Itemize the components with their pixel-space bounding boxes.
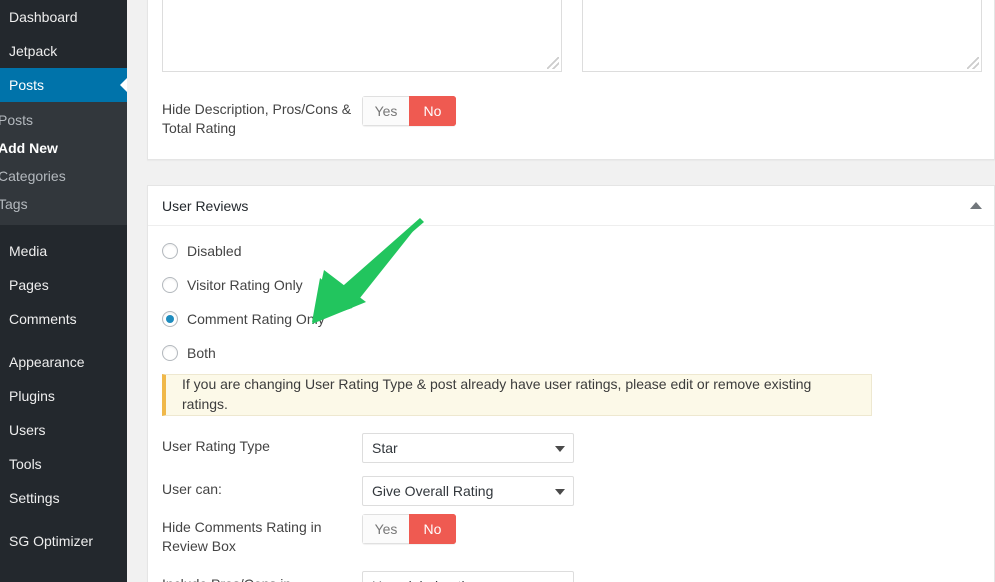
user-rating-type-radio-group: Disabled Visitor Rating Only Comment Rat… [162, 234, 325, 370]
sidebar-item-comments[interactable]: Comments [0, 302, 127, 336]
sidebar-item-label: Tools [9, 456, 42, 472]
user-rating-type-row: User Rating Type Star [162, 433, 574, 463]
main-content-area: Hide Description, Pros/Cons & Total Rati… [127, 0, 995, 582]
user-rating-type-label: User Rating Type [162, 438, 270, 454]
sidebar-item-label: Plugins [9, 388, 55, 404]
include-pros-cons-label: Include Pros/Cons in [162, 571, 362, 582]
hide-description-label: Hide Description, Pros/Cons & Total Rati… [162, 101, 352, 136]
page-title: User Reviews [162, 197, 249, 214]
sidebar-separator [0, 515, 127, 524]
submenu-item-tags[interactable]: Tags [0, 190, 127, 218]
submenu-item-label: Categories [0, 168, 66, 184]
chevron-down-icon [555, 489, 565, 495]
include-pros-cons-row: Include Pros/Cons in Use global options [162, 571, 574, 582]
include-pros-cons-select[interactable]: Use global options [362, 571, 574, 582]
notice-text: If you are changing User Rating Type & p… [182, 376, 812, 412]
submenu-item-label: Add New [0, 140, 58, 156]
resize-handle-icon[interactable] [967, 57, 979, 69]
sidebar-separator [0, 336, 127, 345]
submenu-item-posts[interactable]: Posts [0, 106, 127, 134]
user-can-label: User can: [162, 481, 222, 497]
description-panel: Hide Description, Pros/Cons & Total Rati… [147, 0, 995, 160]
sidebar-item-label: Dashboard [9, 9, 78, 25]
user-reviews-panel: User Reviews Disabled Visitor Rating Onl… [147, 185, 995, 582]
radio-icon[interactable] [162, 277, 178, 293]
submenu-item-label: Tags [0, 196, 28, 212]
user-can-value: Give Overall Rating [372, 483, 494, 499]
sidebar-item-label: Media [9, 243, 48, 259]
toggle-option-no[interactable]: No [409, 514, 456, 544]
toggle-option-no[interactable]: No [409, 96, 456, 126]
hide-description-row: Hide Description, Pros/Cons & Total Rati… [162, 96, 456, 138]
sidebar-item-label: SG Optimizer [9, 533, 94, 549]
include-pros-cons-value: Use global options [372, 578, 487, 582]
description-textarea-right[interactable] [582, 0, 982, 72]
radio-label: Comment Rating Only [187, 311, 325, 327]
textarea-row [162, 0, 982, 72]
hide-comments-rating-toggle[interactable]: Yes No [362, 514, 456, 544]
radio-icon-selected[interactable] [162, 311, 178, 327]
radio-label: Visitor Rating Only [187, 277, 303, 293]
radio-label: Both [187, 345, 216, 361]
sidebar-item-posts[interactable]: Posts [0, 68, 127, 102]
sidebar-item-plugins[interactable]: Plugins [0, 379, 127, 413]
radio-label: Disabled [187, 243, 242, 259]
user-can-row: User can: Give Overall Rating [162, 476, 574, 506]
sidebar-item-settings[interactable]: Settings [0, 481, 127, 515]
rating-change-notice: If you are changing User Rating Type & p… [162, 374, 872, 416]
sidebar-submenu-posts: Posts Add New Categories Tags [0, 102, 127, 225]
radio-option-both[interactable]: Both [162, 336, 325, 370]
sidebar-item-sg-optimizer[interactable]: SG Optimizer [0, 524, 127, 558]
sidebar-item-dashboard[interactable]: Dashboard [0, 0, 127, 34]
description-textarea-left[interactable] [162, 0, 562, 72]
hide-comments-rating-label: Hide Comments Rating in Review Box [162, 519, 322, 554]
radio-icon[interactable] [162, 345, 178, 361]
sidebar-item-label: Pages [9, 277, 49, 293]
sidebar-separator [0, 225, 127, 234]
radio-option-visitor-rating-only[interactable]: Visitor Rating Only [162, 268, 325, 302]
sidebar-item-label: Users [9, 422, 46, 438]
sidebar-item-label: Comments [9, 311, 77, 327]
sidebar-item-appearance[interactable]: Appearance [0, 345, 127, 379]
sidebar-item-media[interactable]: Media [0, 234, 127, 268]
chevron-down-icon [555, 446, 565, 452]
user-rating-type-value: Star [372, 440, 398, 456]
admin-sidebar: Dashboard Jetpack Posts Posts Add New Ca… [0, 0, 127, 582]
sidebar-item-pages[interactable]: Pages [0, 268, 127, 302]
submenu-item-add-new[interactable]: Add New [0, 134, 127, 162]
sidebar-item-tools[interactable]: Tools [0, 447, 127, 481]
sidebar-item-label: Posts [9, 77, 45, 93]
hide-comments-rating-row: Hide Comments Rating in Review Box Yes N… [162, 514, 456, 556]
submenu-item-label: Posts [0, 112, 34, 128]
user-can-select[interactable]: Give Overall Rating [362, 476, 574, 506]
user-reviews-header[interactable]: User Reviews [148, 186, 994, 226]
sidebar-item-label: Settings [9, 490, 60, 506]
resize-handle-icon[interactable] [547, 57, 559, 69]
toggle-option-yes[interactable]: Yes [362, 96, 409, 126]
radio-icon[interactable] [162, 243, 178, 259]
hide-description-toggle[interactable]: Yes No [362, 96, 456, 126]
sidebar-item-jetpack[interactable]: Jetpack [0, 34, 127, 68]
sidebar-item-label: Jetpack [9, 43, 58, 59]
toggle-option-yes[interactable]: Yes [362, 514, 409, 544]
radio-option-comment-rating-only[interactable]: Comment Rating Only [162, 302, 325, 336]
radio-option-disabled[interactable]: Disabled [162, 234, 325, 268]
chevron-up-icon[interactable] [970, 201, 982, 209]
sidebar-item-label: Appearance [9, 354, 85, 370]
user-rating-type-select[interactable]: Star [362, 433, 574, 463]
sidebar-item-users[interactable]: Users [0, 413, 127, 447]
submenu-item-categories[interactable]: Categories [0, 162, 127, 190]
